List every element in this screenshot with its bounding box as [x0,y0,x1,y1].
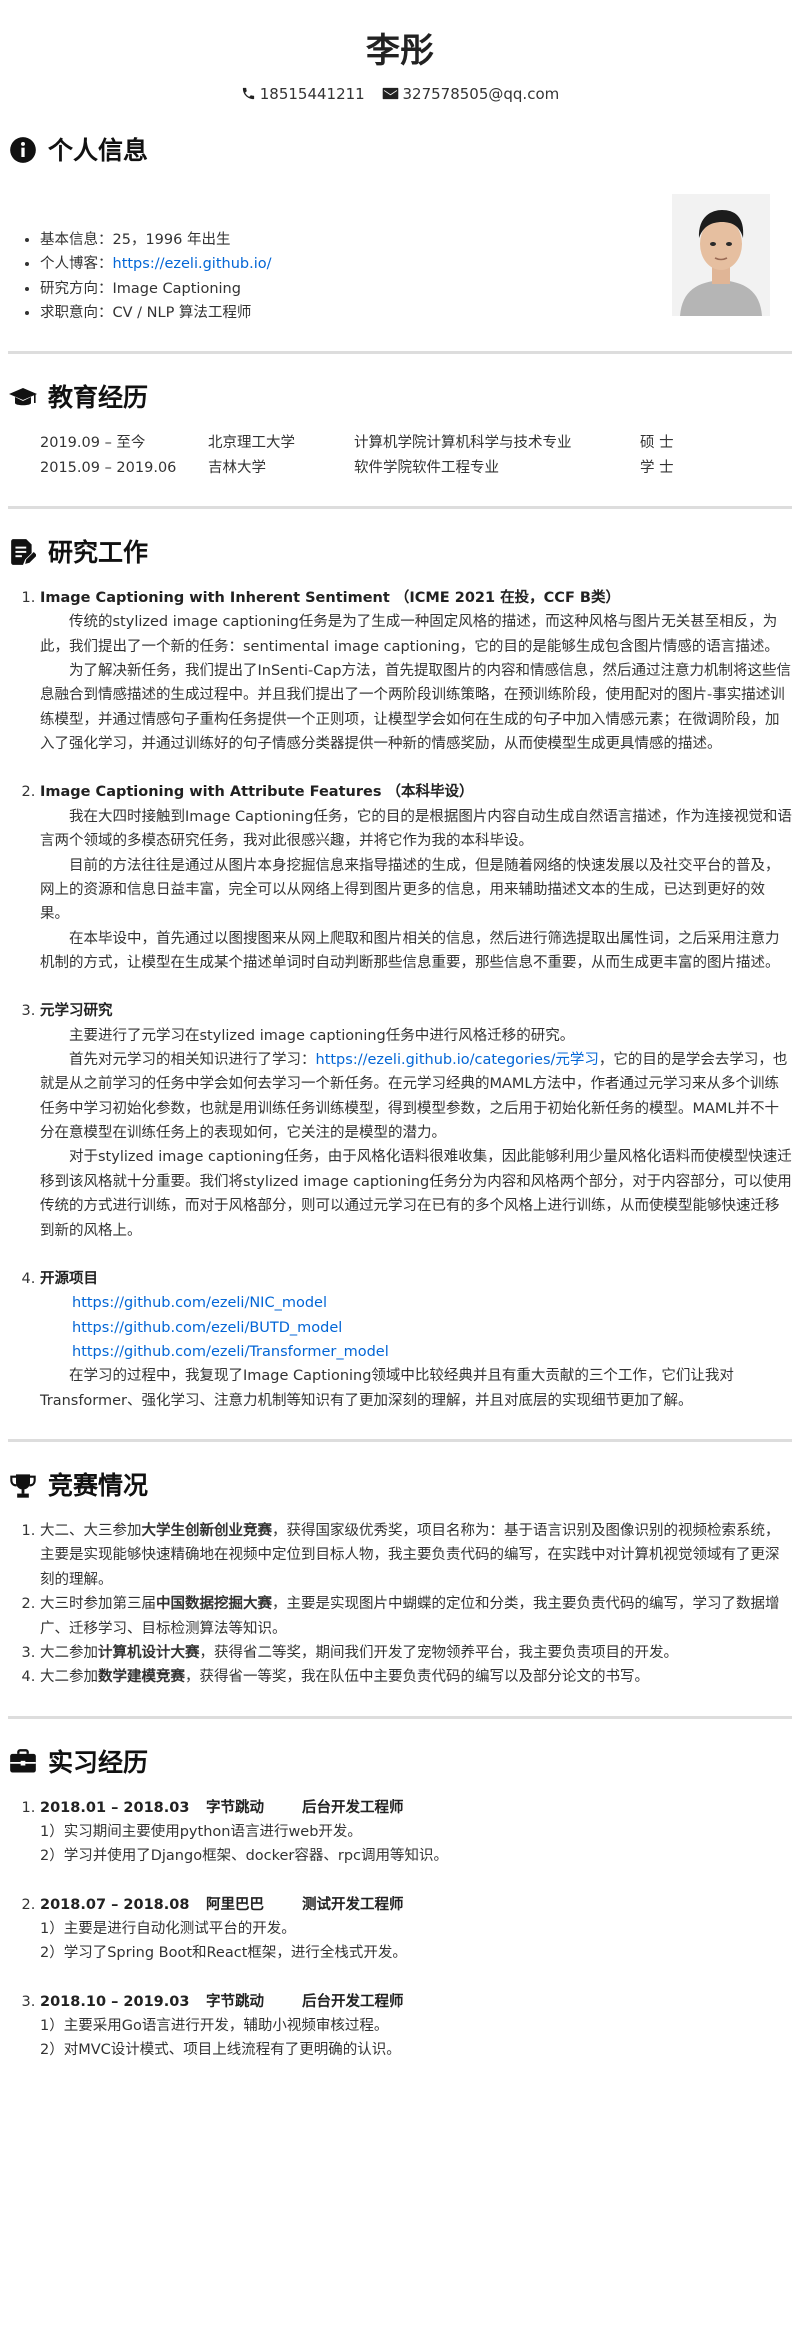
internship-list: 2018.01 – 2018.03字节跳动后台开发工程师 1）实习期间主要使用p… [8,1796,792,2063]
repo-link-butd[interactable]: https://github.com/ezeli/BUTD_model [72,1320,342,1336]
trophy-icon [10,1473,36,1498]
research-list: Image Captioning with Inherent Sentiment… [8,586,792,1413]
list-item: 大二、大三参加大学生创新创业竞赛，获得国家级优秀奖，项目名称为：基于语言识别及图… [40,1519,792,1592]
section-divider [8,351,792,355]
list-item: 大三时参加第三届中国数据挖掘大赛，主要是实现图片中蝴蝶的定位和分类，我主要负责代… [40,1592,792,1641]
section-title-research: 研究工作 [8,535,792,570]
education-list: 2019.09 – 至今 北京理工大学 计算机学院计算机科学与技术专业硕 士 201… [8,431,792,480]
email-address: 327578505@qq.com [402,84,560,103]
internship-header: 2018.10 – 2019.03字节跳动后台开发工程师 [40,1993,404,2010]
blog-link[interactable]: https://ezeli.github.io/ [113,256,272,272]
list-item: 个人博客：https://ezeli.github.io/ [40,252,272,276]
phone-contact: 18515441211 [241,85,370,103]
candidate-name: 李彤 [366,31,434,71]
research-item: Image Captioning with Attribute Features… [40,780,792,975]
list-item: 大二参加数学建模竞赛，获得省一等奖，我在队伍中主要负责代码的编写以及部分论文的书… [40,1665,792,1689]
research-item: 开源项目 https://github.com/ezeli/NIC_model … [40,1267,792,1413]
list-item: 研究方向：Image Captioning [40,277,272,301]
research-item: Image Captioning with Inherent Sentiment… [40,586,792,757]
profile-photo [672,193,770,316]
phone-icon [242,87,254,99]
competition-list: 大二、大三参加大学生创新创业竞赛，获得国家级优秀奖，项目名称为：基于语言识别及图… [8,1519,792,1690]
meta-learning-link[interactable]: https://ezeli.github.io/categories/元学习 [316,1052,599,1068]
education-row: 2019.09 – 至今 北京理工大学 计算机学院计算机科学与技术专业硕 士 [40,435,674,452]
envelope-icon [382,87,398,99]
repo-link-nic[interactable]: https://github.com/ezeli/NIC_model [72,1295,327,1311]
personal-info: 基本信息：25，1996 年出生 个人博客：https://ezeli.gith… [8,184,792,325]
internship-header: 2018.01 – 2018.03字节跳动后台开发工程师 [40,1799,404,1816]
research-title: Image Captioning with Attribute Features… [40,784,474,801]
edit-document-icon [11,539,36,566]
section-title-competition: 竞赛情况 [8,1468,792,1503]
section-divider [8,1439,792,1443]
resume-page: 李彤 18515441211 327578505@qq.com 个人信息 基本信… [0,0,800,2127]
internship-header: 2018.07 – 2018.08阿里巴巴测试开发工程师 [40,1896,404,1913]
education-row: 2015.09 – 2019.06 吉林大学 软件学院软件工程专业学 士 [40,459,674,476]
research-title: 开源项目 [40,1270,98,1287]
list-item: 基本信息：25，1996 年出生 [40,228,272,252]
contact-bar: 18515441211 327578505@qq.com [8,82,792,107]
internship-item: 2018.07 – 2018.08阿里巴巴测试开发工程师 1）主要是进行自动化测… [40,1893,792,1966]
briefcase-icon [10,1749,36,1773]
research-title: Image Captioning with Inherent Sentiment… [40,589,620,606]
research-title: 元学习研究 [40,1003,113,1020]
graduation-cap-icon [9,387,37,405]
section-title-education: 教育经历 [8,380,792,415]
list-item: 求职意向：CV / NLP 算法工程师 [40,301,272,325]
info-circle-icon [10,137,36,164]
research-item: 元学习研究 主要进行了元学习在stylized image captioning… [40,999,792,1243]
internship-item: 2018.01 – 2018.03字节跳动后台开发工程师 1）实习期间主要使用p… [40,1796,792,1869]
section-divider [8,505,792,509]
internship-item: 2018.10 – 2019.03字节跳动后台开发工程师 1）主要采用Go语言进… [40,1990,792,2063]
section-title-internship: 实习经历 [8,1745,792,1780]
section-divider [8,1715,792,1719]
repo-link-transformer[interactable]: https://github.com/ezeli/Transformer_mod… [72,1344,389,1360]
phone-number: 18515441211 [259,84,365,103]
section-title-personal: 个人信息 [8,133,792,168]
list-item: 大二参加计算机设计大赛，获得省二等奖，期间我们开发了宠物领养平台，我主要负责项目… [40,1641,792,1665]
email-contact: 327578505@qq.com [382,84,560,103]
personal-info-list: 基本信息：25，1996 年出生 个人博客：https://ezeli.gith… [8,228,272,325]
